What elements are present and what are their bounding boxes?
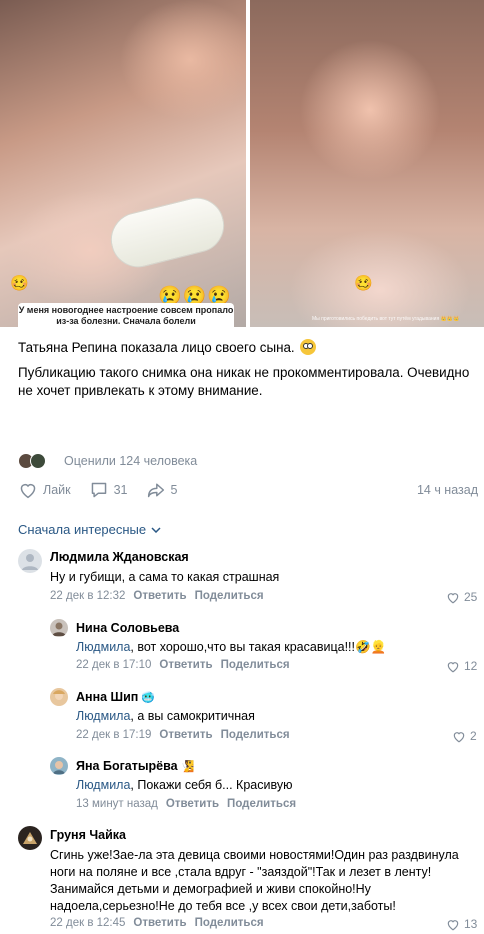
comment-meta: 13 минут назад Ответить Поделиться [76,798,296,810]
person-emoji-icon: 🧏 [180,761,195,773]
comment-date[interactable]: 22 дек в 17:19 [76,729,151,741]
comment-body: , вот хорошо,что вы такая красавица!!!🤣👱 [130,640,387,654]
comment-icon [91,482,106,498]
reply-button[interactable]: Ответить [133,917,186,929]
comments-button[interactable]: 31 [89,481,128,499]
share-icon [147,483,164,498]
comment-author[interactable]: Груня Чайка [50,828,126,842]
comment-meta: 22 дек в 12:45 Ответить Поделиться [50,917,264,929]
avatar [30,453,46,469]
post-actions: Лайк 31 5 14 ч назад [18,480,478,500]
reply-button[interactable]: Ответить [133,590,186,602]
like-button[interactable]: Лайк [18,481,71,499]
comment-date[interactable]: 13 минут назад [76,798,158,810]
author-name: Анна Шип [76,690,139,704]
share-button[interactable]: 5 [146,481,178,499]
photo-caption: Мы приготовились победить вот тут путём … [312,316,460,322]
comment-date[interactable]: 22 дек в 12:45 [50,917,125,929]
chevron-down-icon [151,526,161,533]
comment-author[interactable]: Людмила Ждановская [50,550,189,564]
avatar[interactable] [50,757,68,775]
comment-text: Людмила, Покажи себя б... Красивую [76,777,466,794]
shares-count: 5 [170,483,178,497]
share-button[interactable]: Поделиться [195,590,264,602]
post-text-line: Татьяна Репина показала лицо своего сына… [18,340,295,355]
heart-icon [447,592,459,603]
grimace-emoji-icon [300,339,317,355]
comment-meta: 22 дек в 17:19 Ответить Поделиться [76,729,290,741]
comment-likes: 12 [464,659,478,673]
comment-author[interactable]: Анна Шип 🥶 [76,690,155,704]
avatar[interactable] [50,688,68,706]
face-emoji-icon: 🥴 [10,275,29,292]
comment-meta: 22 дек в 17:10 Ответить Поделиться [76,659,290,671]
reply-button[interactable]: Ответить [159,659,212,671]
comment-text: Ну и губищи, а сама то какая страшная [50,570,280,584]
reply-to-link[interactable]: Людмила [76,778,130,792]
comment-author[interactable]: Яна Богатырёва 🧏 [76,759,194,773]
comment-like-button[interactable]: 2 [452,729,477,743]
photo-selfie[interactable]: 🥴 Мы приготовились победить вот тут путё… [250,0,484,327]
comments-count: 31 [113,483,128,497]
comment-author[interactable]: Нина Соловьева [76,621,179,635]
reply-button[interactable]: Ответить [159,729,212,741]
comment-like-button[interactable]: 12 [446,659,477,673]
reply-to-link[interactable]: Людмила [76,640,130,654]
comment-like-button[interactable]: 25 [446,590,477,604]
share-button[interactable]: Поделиться [221,659,290,671]
comment-like-button[interactable]: 13 [446,917,477,931]
post-text-line: Публикацию такого снимка она никак не пр… [18,365,470,398]
heart-icon [453,731,465,742]
baby-bottle-graphic [105,191,230,274]
reactions-summary[interactable]: Оценили 124 человека [18,453,197,469]
comment-meta: 22 дек в 12:32 Ответить Поделиться [50,590,264,602]
avatar[interactable] [18,826,42,850]
comment-likes: 2 [470,729,477,743]
post-text: Татьяна Репина показала лицо своего сына… [18,339,476,407]
comment-date[interactable]: 22 дек в 12:32 [50,590,125,602]
comment-likes: 25 [464,590,478,604]
comment-text: Людмила, а вы самокритичная [76,708,466,725]
comment-text: Сгинь уже!Зае-ла эта девица своими новос… [50,848,459,913]
face-emoji-icon: 🥴 [354,275,373,292]
share-button[interactable]: Поделиться [195,917,264,929]
photo-mother-baby[interactable]: 🥴 😢😢😢 У меня новогоднее настроение совсе… [0,0,246,327]
comment-body: , а вы самокритичная [130,709,255,723]
comment-likes: 13 [464,917,478,931]
cold-face-emoji-icon: 🥶 [141,692,156,704]
sort-label: Сначала интересные [18,522,147,537]
comment-body: , Покажи себя б... Красивую [130,778,293,792]
photo-caption: У меня новогоднее настроение совсем проп… [18,303,234,327]
avatar[interactable] [50,619,68,637]
comments-sort-dropdown[interactable]: Сначала интересные [18,522,161,537]
author-name: Яна Богатырёва [76,759,178,773]
heart-icon [20,483,36,499]
post-time[interactable]: 14 ч назад [417,483,478,497]
rated-count: Оценили 124 человека [64,454,198,468]
share-button[interactable]: Поделиться [221,729,290,741]
like-label: Лайк [43,483,71,497]
reply-to-link[interactable]: Людмила [76,709,130,723]
heart-icon [447,661,459,672]
avatar[interactable] [18,549,42,573]
heart-icon [447,919,459,930]
post-photos: 🥴 😢😢😢 У меня новогоднее настроение совсе… [0,0,484,327]
comment-text: Людмила, вот хорошо,что вы такая красави… [76,639,466,656]
comment-date[interactable]: 22 дек в 17:10 [76,659,151,671]
share-button[interactable]: Поделиться [227,798,296,810]
reply-button[interactable]: Ответить [166,798,219,810]
